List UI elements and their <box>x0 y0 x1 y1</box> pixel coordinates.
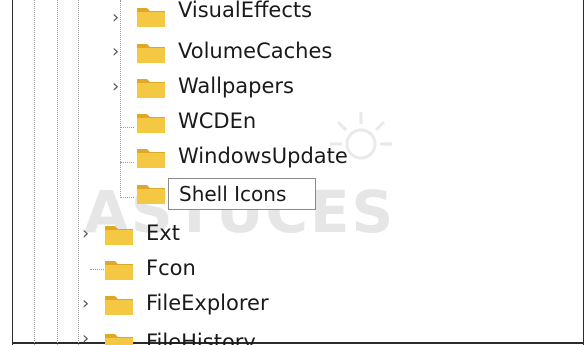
tree-item-label: WCDEn <box>178 109 257 133</box>
tree-item-label: VisualEffects <box>178 0 313 22</box>
tree-item-wallpapers[interactable]: › Wallpapers <box>0 70 584 104</box>
tree-item-fcon[interactable]: Fcon <box>0 252 584 286</box>
rename-edit-box[interactable] <box>168 178 316 210</box>
folder-icon <box>137 185 165 204</box>
chevron-right-icon[interactable]: › <box>112 43 124 61</box>
folder-icon <box>137 114 165 133</box>
folder-icon <box>105 261 133 280</box>
chevron-right-icon[interactable]: › <box>82 295 94 313</box>
tree-item-label: WindowsUpdate <box>178 144 348 168</box>
tree-item-label: FileExplorer <box>146 291 269 315</box>
tree-item-windowsupdate[interactable]: WindowsUpdate <box>0 140 584 174</box>
tree-item-ext[interactable]: › Ext <box>0 217 584 251</box>
chevron-right-icon[interactable]: › <box>112 9 124 27</box>
tree-item-volumecaches[interactable]: › VolumeCaches <box>0 35 584 69</box>
folder-icon <box>137 149 165 168</box>
rename-input[interactable] <box>169 179 315 209</box>
folder-icon <box>105 296 133 315</box>
folder-icon <box>137 8 165 27</box>
registry-tree-panel: ASTUCES › VisualEffects › VolumeCaches › <box>0 0 584 345</box>
tree-item-wcden[interactable]: WCDEn <box>0 105 584 139</box>
folder-icon <box>137 44 165 63</box>
tree-item-label: Ext <box>146 221 180 245</box>
tree-item-label: VolumeCaches <box>178 39 333 63</box>
chevron-right-icon[interactable]: › <box>82 330 94 345</box>
tree-item-visualeffects[interactable]: › VisualEffects <box>0 0 584 34</box>
folder-icon <box>105 334 133 345</box>
chevron-right-icon[interactable]: › <box>112 78 124 96</box>
folder-icon <box>137 79 165 98</box>
folder-icon <box>105 226 133 245</box>
tree-item-label: Wallpapers <box>178 74 294 98</box>
tree-item-label: Fcon <box>146 256 196 280</box>
tree-item-fileexplorer[interactable]: › FileExplorer <box>0 287 584 321</box>
tree-item-filehistory[interactable]: › FileHistory <box>0 322 584 345</box>
tree-item-label: FileHistory <box>146 330 256 345</box>
chevron-right-icon[interactable]: › <box>82 225 94 243</box>
